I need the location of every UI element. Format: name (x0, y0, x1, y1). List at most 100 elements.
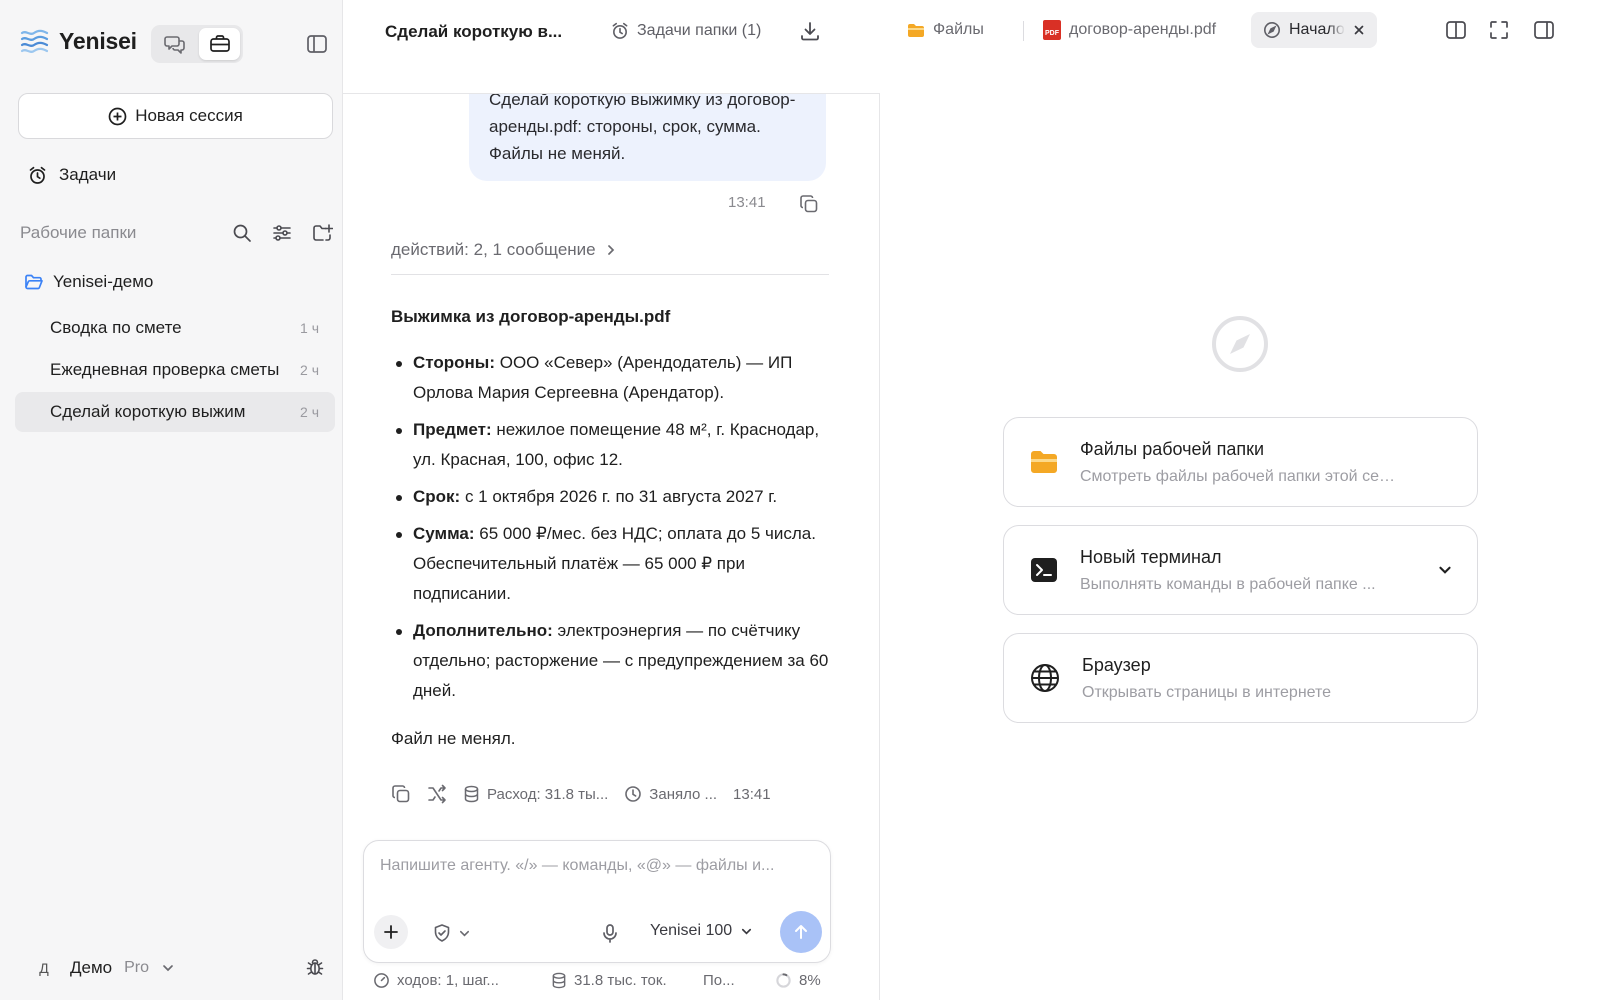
user-menu[interactable]: Д Демо Pro (30, 954, 175, 982)
sidebar-toggle-button[interactable] (306, 34, 328, 54)
session-item-active[interactable]: Сделай короткую выжим 2 ч (15, 392, 335, 432)
status-bar: ходов: 1, шаг... 31.8 тыс. ток. По... 8% (373, 972, 833, 989)
database-icon (463, 785, 480, 803)
right-sidebar-icon (1533, 20, 1555, 40)
context-status: 8% (775, 972, 821, 989)
message-meta: Расход: 31.8 ты... Заняло ... 13:41 (391, 784, 841, 804)
browser-card[interactable]: Браузер Открывать страницы в интернете (1003, 633, 1478, 723)
folder-icon (907, 23, 925, 38)
model-name: Yenisei 100 (650, 922, 733, 939)
tasks-link[interactable]: Задачи (28, 165, 116, 185)
split-columns-icon (1445, 20, 1467, 40)
tab-pdf[interactable]: PDF договор-аренды.pdf (1043, 12, 1216, 48)
copy-icon[interactable] (799, 194, 819, 214)
sidebar-panel-icon (306, 34, 328, 54)
gauge-icon (373, 972, 390, 989)
globe-icon (1030, 663, 1060, 693)
branch-icon[interactable] (427, 784, 447, 804)
tab-label: договор-аренды.pdf (1069, 21, 1217, 38)
card-title: Новый терминал (1080, 546, 1222, 567)
tasks-label: Задачи (59, 165, 117, 184)
tab-divider (1023, 21, 1024, 41)
expand-icon (1489, 20, 1509, 40)
folder-tasks-label: Задачи папки (1) (637, 22, 762, 39)
user-message: Сделай короткую выжимку из договор-аренд… (469, 94, 826, 181)
new-terminal-card[interactable]: Новый терминал Выполнять команды в рабоч… (1003, 525, 1478, 615)
database-icon (551, 972, 567, 989)
chevron-down-icon[interactable] (1437, 562, 1453, 578)
item-label: Сумма: (413, 524, 475, 543)
session-item[interactable]: Сводка по смете 1 ч (15, 308, 335, 348)
work-mode-button[interactable] (199, 28, 240, 60)
folder-item[interactable]: Yenisei-демо (24, 272, 153, 292)
card-title: Браузер (1082, 654, 1151, 675)
session-title: Сводка по смете (50, 318, 182, 337)
panel-toggle-button[interactable] (1533, 20, 1555, 40)
chevron-right-icon (604, 243, 618, 257)
split-view-button[interactable] (1445, 20, 1467, 40)
chat-messages[interactable]: Сделай короткую выжимку из договор-аренд… (343, 94, 880, 824)
assistant-message: Выжимка из договор-аренды.pdf Стороны: О… (391, 302, 831, 754)
copy-icon[interactable] (391, 784, 411, 804)
workspace-files-card[interactable]: Файлы рабочей папки Смотреть файлы рабоч… (1003, 417, 1478, 507)
answer-final-note: Файл не менял. (391, 729, 516, 748)
folder-tasks-button[interactable]: Задачи папки (1) (611, 22, 761, 40)
more-status[interactable]: По... (703, 972, 775, 989)
filter-sliders-icon[interactable] (272, 223, 292, 243)
actions-summary[interactable]: действий: 2, 1 сообщение (391, 240, 829, 275)
answer-item: Предмет: нежилое помещение 48 м², г. Кра… (391, 415, 831, 475)
item-label: Стороны: (413, 353, 495, 372)
app-name: Yenisei (59, 28, 137, 54)
message-time: 13:41 (728, 194, 766, 211)
progress-ring-icon (775, 972, 792, 989)
steps-status: ходов: 1, шаг... (373, 972, 551, 989)
tokens-status: 31.8 тыс. ток. (551, 972, 703, 989)
close-icon[interactable] (1353, 24, 1365, 36)
chat-panel: Сделай короткую в... Задачи папки (1) Сд… (343, 0, 880, 1000)
bug-report-button[interactable] (305, 957, 325, 977)
steps-label: ходов: 1, шаг... (397, 972, 499, 989)
add-folder-icon[interactable] (312, 223, 333, 243)
answer-item: Дополнительно: электроэнергия — по счётч… (391, 616, 831, 706)
microphone-button[interactable] (601, 923, 619, 943)
message-input[interactable] (380, 857, 816, 875)
attach-button[interactable] (374, 915, 408, 949)
download-button[interactable] (799, 20, 821, 42)
alarm-clock-icon (611, 22, 629, 40)
mode-switch (151, 25, 243, 63)
alarm-clock-icon (28, 166, 47, 185)
answer-item: Сумма: 65 000 ₽/мес. без НДС; оплата до … (391, 519, 831, 609)
answer-heading: Выжимка из договор-аренды.pdf (391, 307, 671, 326)
download-icon (799, 20, 821, 42)
new-session-button[interactable]: Новая сессия (18, 93, 333, 139)
tab-files[interactable]: Файлы (907, 12, 984, 48)
folder-open-icon (24, 273, 44, 291)
folders-section-header: Рабочие папки (20, 223, 333, 243)
tokens-label: 31.8 тыс. ток. (574, 972, 667, 989)
workspace-panel: Файлы PDF договор-аренды.pdf Начало Файл… (880, 0, 1600, 1000)
tab-label: Файлы (933, 21, 984, 38)
answer-item: Срок: с 1 октября 2026 г. по 31 августа … (391, 482, 831, 512)
user-plan: Pro (124, 959, 150, 976)
session-age: 2 ч (300, 362, 319, 378)
logo-icon (20, 29, 49, 55)
chevron-down-icon (740, 925, 753, 938)
permissions-button[interactable] (432, 923, 471, 943)
briefcase-icon (209, 34, 231, 54)
clock-icon (624, 785, 642, 803)
fullscreen-button[interactable] (1489, 20, 1509, 40)
search-icon[interactable] (232, 223, 252, 243)
chevron-down-icon (161, 961, 175, 975)
model-select[interactable]: Yenisei 100 (650, 922, 753, 940)
chat-mode-button[interactable] (154, 28, 195, 60)
send-button[interactable] (780, 911, 822, 953)
plus-icon (383, 924, 399, 940)
tab-start[interactable]: Начало (1251, 12, 1377, 48)
chat-title: Сделай короткую в... (385, 22, 563, 41)
session-item[interactable]: Ежедневная проверка сметы 2 ч (15, 350, 335, 390)
folders-section-label: Рабочие папки (20, 223, 137, 242)
user-name: Демо (70, 958, 113, 977)
session-age: 2 ч (300, 404, 319, 420)
answer-item: Стороны: ООО «Север» (Арендодатель) — ИП… (391, 348, 831, 408)
folder-name: Yenisei-демо (53, 272, 154, 291)
